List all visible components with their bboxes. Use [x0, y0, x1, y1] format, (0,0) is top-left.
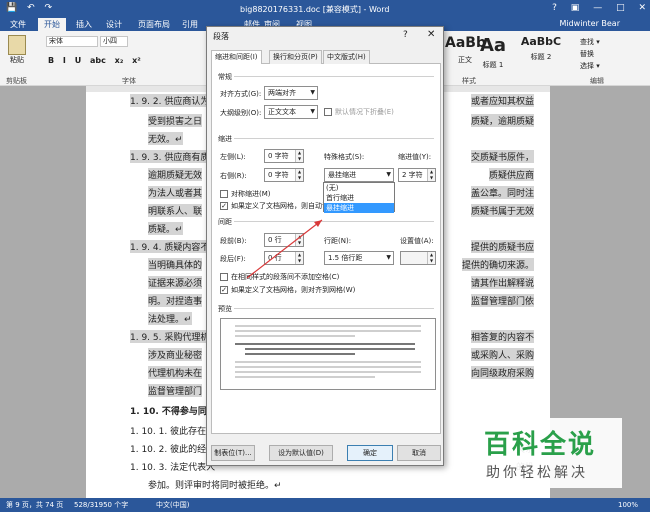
- annotation-arrow-icon: [246, 219, 323, 279]
